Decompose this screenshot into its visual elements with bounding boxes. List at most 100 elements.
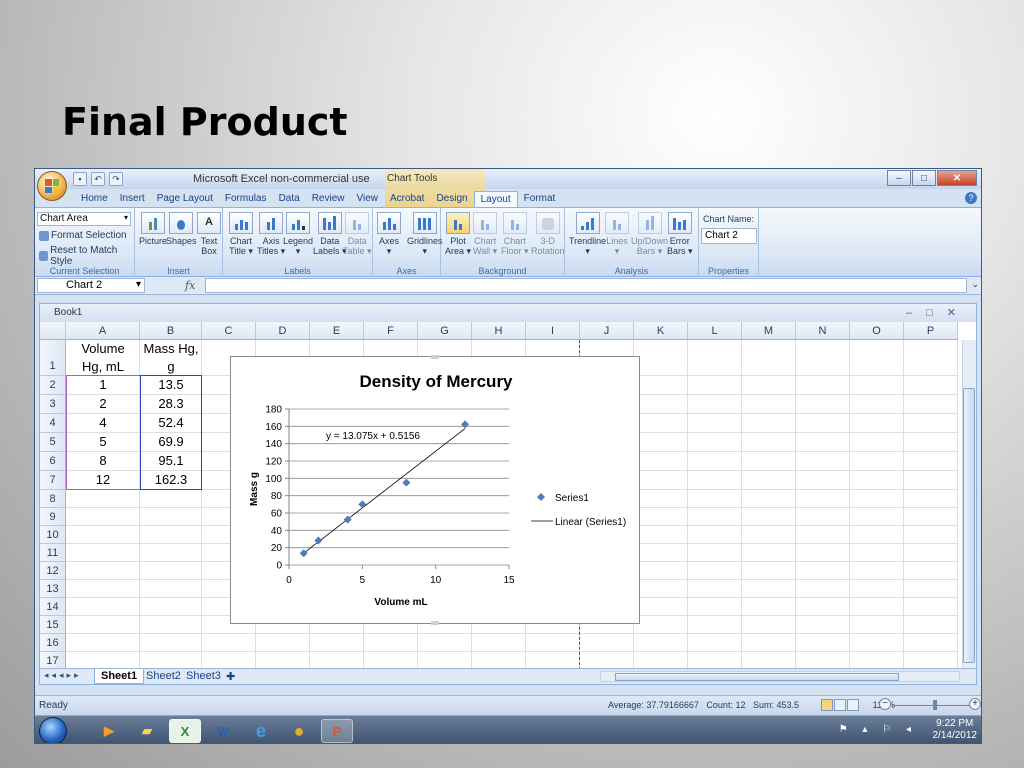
column-header[interactable]: B xyxy=(140,322,202,340)
row-header[interactable]: 7 xyxy=(40,471,66,490)
zoom-slider-thumb[interactable] xyxy=(933,700,937,710)
minimize-button[interactable]: – xyxy=(887,170,911,186)
media-player-icon[interactable]: ▶ xyxy=(93,719,125,743)
row-header[interactable]: 14 xyxy=(40,598,66,616)
zoom-in-button[interactable]: + xyxy=(969,698,981,710)
chart-title[interactable]: Density of Mercury xyxy=(359,372,513,391)
page-layout-view-button[interactable] xyxy=(834,699,846,711)
chart-title-button[interactable]: Chart Title ▾ xyxy=(229,212,253,256)
row-header[interactable]: 10 xyxy=(40,526,66,544)
expand-formula-bar-icon[interactable]: ⌄ xyxy=(971,279,979,290)
column-header[interactable]: I xyxy=(526,322,580,340)
horizontal-scroll-thumb[interactable] xyxy=(615,673,899,681)
data-point[interactable] xyxy=(402,478,411,487)
word-icon[interactable]: W xyxy=(207,719,239,743)
help-icon[interactable]: ? xyxy=(965,192,977,204)
column-header[interactable]: C xyxy=(202,322,256,340)
row-header[interactable]: 1 xyxy=(40,340,66,376)
tab-insert[interactable]: Insert xyxy=(114,191,151,207)
tray-icons[interactable]: ⚑ ▴ ⚐ ◂ xyxy=(839,724,917,735)
data-labels-button[interactable]: Data Labels ▾ xyxy=(313,212,347,256)
tab-formulas[interactable]: Formulas xyxy=(219,191,273,207)
sheet-tab-1[interactable]: Sheet1 xyxy=(94,669,145,684)
maximize-button[interactable]: □ xyxy=(912,170,936,186)
row-header[interactable]: 16 xyxy=(40,634,66,652)
chart-object[interactable]: Density of Mercury Volume mL Mass g y = … xyxy=(230,355,641,625)
column-header[interactable]: M xyxy=(742,322,796,340)
select-all-corner[interactable] xyxy=(40,322,66,340)
column-header[interactable]: N xyxy=(796,322,850,340)
plot-area-button[interactable]: Plot Area ▾ xyxy=(445,212,471,256)
undo-icon[interactable]: ↶ xyxy=(91,172,105,186)
trendline-button[interactable]: Trendline ▾ xyxy=(569,212,606,256)
row-header[interactable]: 9 xyxy=(40,508,66,526)
row-header[interactable]: 12 xyxy=(40,562,66,580)
format-selection-button[interactable]: Format Selection xyxy=(39,230,127,241)
cell-b1-line1[interactable]: Mass Hg, xyxy=(140,341,202,357)
chrome-icon[interactable]: ● xyxy=(283,719,315,743)
internet-explorer-icon[interactable]: e xyxy=(245,719,277,743)
x-axis-title[interactable]: Volume mL xyxy=(374,597,427,608)
tab-home[interactable]: Home xyxy=(75,191,114,207)
close-button[interactable]: ✕ xyxy=(937,170,977,186)
workbook-controls[interactable]: –□✕ xyxy=(906,306,970,319)
name-box[interactable]: Chart 2 xyxy=(37,278,145,293)
column-header[interactable]: D xyxy=(256,322,310,340)
row-header[interactable]: 5 xyxy=(40,433,66,452)
page-break-view-button[interactable] xyxy=(847,699,859,711)
tab-design[interactable]: Design xyxy=(430,191,473,207)
column-header[interactable]: K xyxy=(634,322,688,340)
data-point[interactable] xyxy=(299,549,308,558)
clock[interactable]: 9:22 PM 2/14/2012 xyxy=(933,718,978,742)
column-header[interactable]: E xyxy=(310,322,364,340)
row-header[interactable]: 4 xyxy=(40,414,66,433)
trendline[interactable] xyxy=(303,428,466,554)
tab-page-layout[interactable]: Page Layout xyxy=(151,191,219,207)
insert-sheet-icon[interactable]: ✚ xyxy=(220,669,241,684)
column-header[interactable]: F xyxy=(364,322,418,340)
legend-button[interactable]: Legend ▾ xyxy=(283,212,313,256)
row-header[interactable]: 2 xyxy=(40,376,66,395)
excel-taskbar-icon[interactable]: X xyxy=(169,719,201,743)
tab-data[interactable]: Data xyxy=(273,191,306,207)
legend-label-series1[interactable]: Series1 xyxy=(555,493,589,504)
start-button[interactable] xyxy=(39,717,67,743)
row-header[interactable]: 13 xyxy=(40,580,66,598)
cell-a1-line2[interactable]: Hg, mL xyxy=(66,359,140,375)
reset-style-button[interactable]: Reset to Match Style xyxy=(39,245,134,267)
normal-view-button[interactable] xyxy=(821,699,833,711)
error-bars-button[interactable]: Error Bars ▾ xyxy=(667,212,693,256)
insert-function-icon[interactable]: fx xyxy=(185,279,195,292)
axis-titles-button[interactable]: Axis Titles ▾ xyxy=(257,212,285,256)
gridlines-button[interactable]: Gridlines ▾ xyxy=(407,212,443,256)
legend-label-trendline[interactable]: Linear (Series1) xyxy=(555,517,626,528)
chart-name-input[interactable]: Chart 2 xyxy=(701,228,757,244)
tab-format[interactable]: Format xyxy=(518,191,562,207)
y-axis-title[interactable]: Mass g xyxy=(249,472,260,506)
zoom-out-button[interactable]: − xyxy=(879,698,891,710)
column-header[interactable]: G xyxy=(418,322,472,340)
powerpoint-icon[interactable]: P xyxy=(321,719,353,743)
scatter-chart[interactable]: Density of Mercury Volume mL Mass g y = … xyxy=(231,357,641,625)
column-header[interactable]: H xyxy=(472,322,526,340)
resize-handle-bottom[interactable] xyxy=(431,621,439,625)
save-icon[interactable]: ▪ xyxy=(73,172,87,186)
rotation-button[interactable]: 3-D Rotation xyxy=(531,212,565,256)
sheet-nav-arrows[interactable]: ◂◂◂▸▸ xyxy=(44,670,82,681)
cell-b1-line2[interactable]: g xyxy=(140,359,202,375)
column-header[interactable]: J xyxy=(580,322,634,340)
textbox-button[interactable]: A Text Box xyxy=(197,212,221,256)
data-table-button[interactable]: Data Table ▾ xyxy=(343,212,372,256)
shapes-button[interactable]: Shapes xyxy=(166,212,197,246)
data-point[interactable] xyxy=(461,420,469,429)
tab-review[interactable]: Review xyxy=(306,191,351,207)
formula-input[interactable] xyxy=(205,278,967,293)
vertical-scrollbar[interactable] xyxy=(962,340,976,670)
row-header[interactable]: 8 xyxy=(40,490,66,508)
horizontal-scrollbar[interactable] xyxy=(600,671,960,682)
office-button[interactable] xyxy=(37,171,67,201)
chart-wall-button[interactable]: Chart Wall ▾ xyxy=(473,212,497,256)
trendline-equation[interactable]: y = 13.075x + 0.5156 xyxy=(326,431,420,442)
column-header[interactable]: A xyxy=(66,322,140,340)
redo-icon[interactable]: ↷ xyxy=(109,172,123,186)
